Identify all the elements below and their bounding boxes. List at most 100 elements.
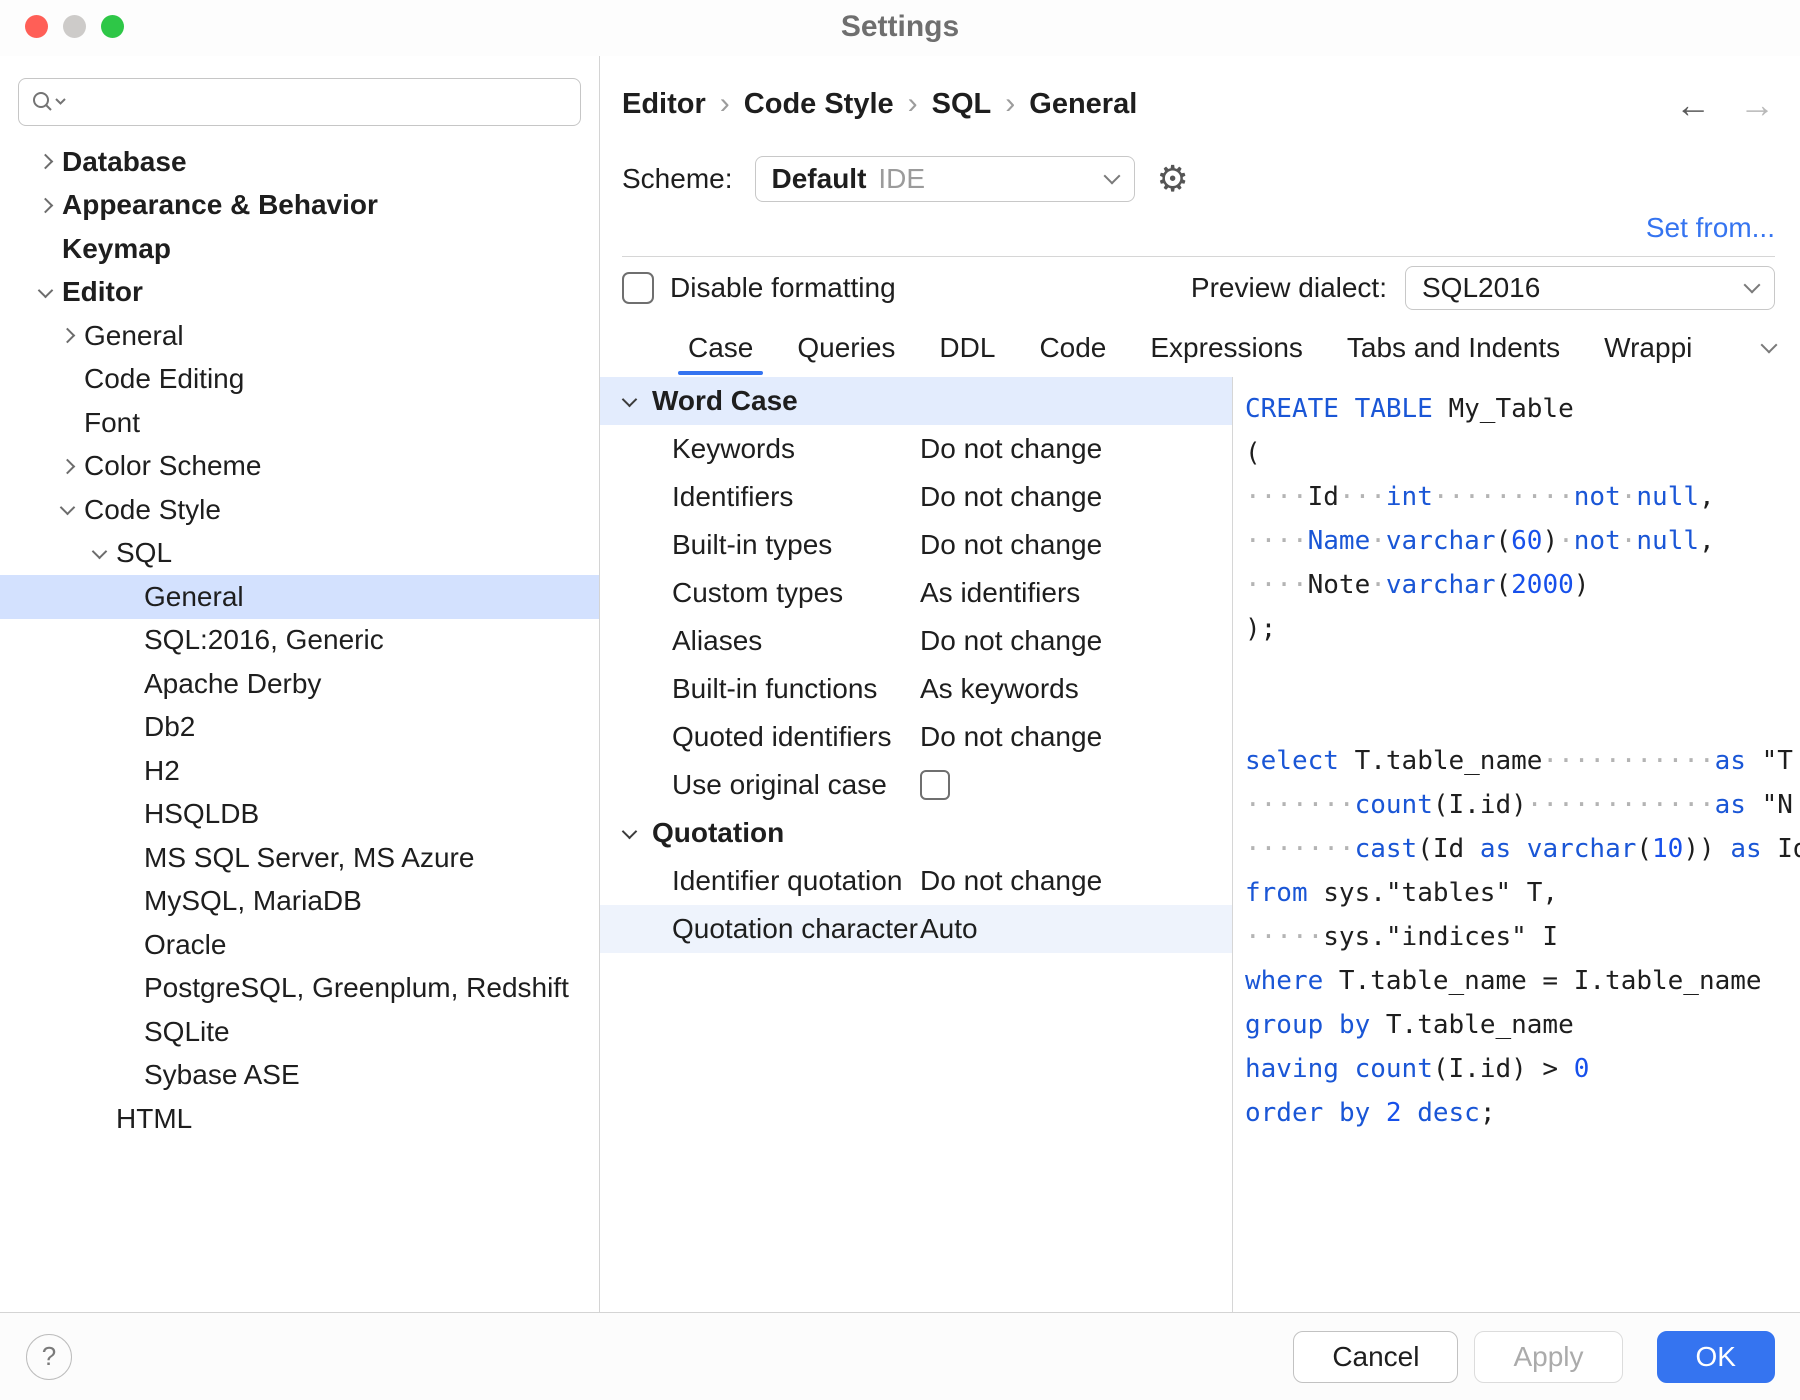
set-from-link[interactable]: Set from... (1646, 212, 1775, 243)
tab-wrappi[interactable]: Wrappi (1582, 319, 1714, 377)
option-value-identifier-quotation[interactable]: Do not change (920, 865, 1102, 897)
preview-dialect-select[interactable]: SQL2016 (1405, 266, 1775, 310)
breadcrumb-separator: › (908, 87, 918, 121)
code-line: ·······cast(Id as varchar(10)) as Id (1245, 827, 1800, 871)
code-line: CREATE TABLE My_Table (1245, 387, 1800, 431)
ok-button[interactable]: OK (1657, 1331, 1775, 1383)
option-label: Use original case (672, 769, 920, 801)
chevron-down-icon[interactable] (612, 830, 646, 837)
breadcrumb-item-editor[interactable]: Editor (622, 88, 706, 121)
option-value-keywords[interactable]: Do not change (920, 433, 1102, 465)
code-line: having count(I.id) > 0 (1245, 1047, 1800, 1091)
sidebar-item-sybase-ase[interactable]: Sybase ASE (0, 1054, 599, 1098)
sidebar-item-keymap[interactable]: Keymap (0, 227, 599, 271)
settings-search-box[interactable] (18, 78, 581, 126)
option-label: Identifiers (672, 481, 920, 513)
sidebar-item-mysql-mariadb[interactable]: MySQL, MariaDB (0, 880, 599, 924)
sidebar-item-apache-derby[interactable]: Apache Derby (0, 662, 599, 706)
code-line: ·····sys."indices" I (1245, 915, 1800, 959)
breadcrumb-item-code-style[interactable]: Code Style (744, 88, 894, 121)
option-value-quoted-identifiers[interactable]: Do not change (920, 721, 1102, 753)
sidebar-item-color-scheme[interactable]: Color Scheme (0, 445, 599, 489)
sidebar-item-label: Code Editing (84, 363, 244, 395)
sidebar-item-label: SQL (116, 537, 172, 569)
option-value-built-in-functions[interactable]: As keywords (920, 673, 1079, 705)
chevron-right-icon[interactable] (50, 330, 84, 341)
chevron-down-icon[interactable] (50, 506, 84, 513)
tab-tabs-and-indents[interactable]: Tabs and Indents (1325, 319, 1582, 377)
sidebar-item-html[interactable]: HTML (0, 1097, 599, 1141)
sidebar-item-editor[interactable]: Editor (0, 271, 599, 315)
chevron-right-icon[interactable] (28, 200, 62, 211)
tab-code[interactable]: Code (1017, 319, 1128, 377)
search-icon (29, 89, 67, 115)
chevron-right-icon[interactable] (50, 461, 84, 472)
chevron-right-icon[interactable] (28, 156, 62, 167)
checkbox-use-original-case[interactable] (920, 770, 950, 800)
sidebar-item-db2[interactable]: Db2 (0, 706, 599, 750)
sidebar-item-code-editing[interactable]: Code Editing (0, 358, 599, 402)
option-label: Quotation character (672, 913, 920, 945)
option-value-quotation-character[interactable]: Auto (920, 913, 978, 945)
more-tabs-button[interactable] (1738, 319, 1800, 377)
option-value-identifiers[interactable]: Do not change (920, 481, 1102, 513)
option-label: Quoted identifiers (672, 721, 920, 753)
breadcrumb-item-general[interactable]: General (1029, 88, 1137, 121)
back-arrow-icon[interactable]: ← (1675, 84, 1711, 126)
sidebar-item-sqlite[interactable]: SQLite (0, 1010, 599, 1054)
section-header-quotation[interactable]: Quotation (600, 809, 1232, 857)
sidebar-item-label: MS SQL Server, MS Azure (144, 842, 474, 874)
chevron-down-icon[interactable] (28, 289, 62, 296)
sidebar-item-font[interactable]: Font (0, 401, 599, 445)
tab-case[interactable]: Case (666, 319, 775, 377)
scheme-select[interactable]: Default IDE (755, 156, 1135, 202)
code-style-tabs: CaseQueriesDDLCodeExpressionsTabs and In… (600, 319, 1800, 377)
option-row-built-in-types: Built-in typesDo not change (600, 521, 1232, 569)
sidebar-item-general[interactable]: General (0, 314, 599, 358)
sql-preview-editor[interactable]: CREATE TABLE My_Table(····Id···int······… (1232, 377, 1800, 1312)
search-input[interactable] (67, 87, 570, 118)
chevron-down-icon[interactable] (612, 398, 646, 405)
option-row-use-original-case: Use original case (600, 761, 1232, 809)
sidebar-item-h2[interactable]: H2 (0, 749, 599, 793)
sidebar-item-label: Editor (62, 276, 143, 308)
code-line: select T.table_name···········as "T (1245, 739, 1800, 783)
sidebar-item-label: HTML (116, 1103, 192, 1135)
sidebar-item-sql[interactable]: SQL (0, 532, 599, 576)
settings-dialog: DatabaseAppearance & BehaviorKeymap Edito… (0, 56, 1800, 1312)
gear-icon[interactable]: ⚙ (1157, 161, 1189, 197)
window-titlebar: Settings (0, 0, 1800, 56)
apply-button[interactable]: Apply (1474, 1331, 1622, 1383)
sidebar-item-oracle[interactable]: Oracle (0, 923, 599, 967)
disable-formatting-checkbox[interactable] (622, 272, 654, 304)
code-line (1245, 651, 1800, 695)
help-button[interactable]: ? (26, 1334, 72, 1380)
forward-arrow-icon[interactable]: → (1739, 84, 1775, 126)
tab-expressions[interactable]: Expressions (1128, 319, 1325, 377)
chevron-down-icon[interactable] (82, 550, 116, 557)
tabs-strip: CaseQueriesDDLCodeExpressionsTabs and In… (600, 319, 1714, 377)
tab-ddl[interactable]: DDL (917, 319, 1017, 377)
option-label: Custom types (672, 577, 920, 609)
sidebar-item-general[interactable]: General (0, 575, 599, 619)
sidebar-item-code-style[interactable]: Code Style (0, 488, 599, 532)
sidebar-item-appearance-behavior[interactable]: Appearance & Behavior (0, 184, 599, 228)
cancel-button[interactable]: Cancel (1293, 1331, 1458, 1383)
scheme-value: Default (772, 163, 867, 195)
breadcrumb-item-sql[interactable]: SQL (932, 88, 992, 121)
option-value-custom-types[interactable]: As identifiers (920, 577, 1080, 609)
sidebar-item-sql-2016-generic[interactable]: SQL:2016, Generic (0, 619, 599, 663)
option-value-aliases[interactable]: Do not change (920, 625, 1102, 657)
sidebar-item-hsqldb[interactable]: HSQLDB (0, 793, 599, 837)
section-header-word-case[interactable]: Word Case (600, 377, 1232, 425)
option-value-built-in-types[interactable]: Do not change (920, 529, 1102, 561)
chevron-down-icon (1744, 277, 1761, 294)
code-line (1245, 695, 1800, 739)
tab-queries[interactable]: Queries (775, 319, 917, 377)
sidebar-item-database[interactable]: Database (0, 140, 599, 184)
sidebar-item-postgresql-greenplum-redshift[interactable]: PostgreSQL, Greenplum, Redshift (0, 967, 599, 1011)
sidebar-item-label: Color Scheme (84, 450, 261, 482)
sidebar-item-label: Db2 (144, 711, 195, 743)
sidebar-item-ms-sql-server-ms-azure[interactable]: MS SQL Server, MS Azure (0, 836, 599, 880)
code-line: ·······count(I.id)············as "N (1245, 783, 1800, 827)
